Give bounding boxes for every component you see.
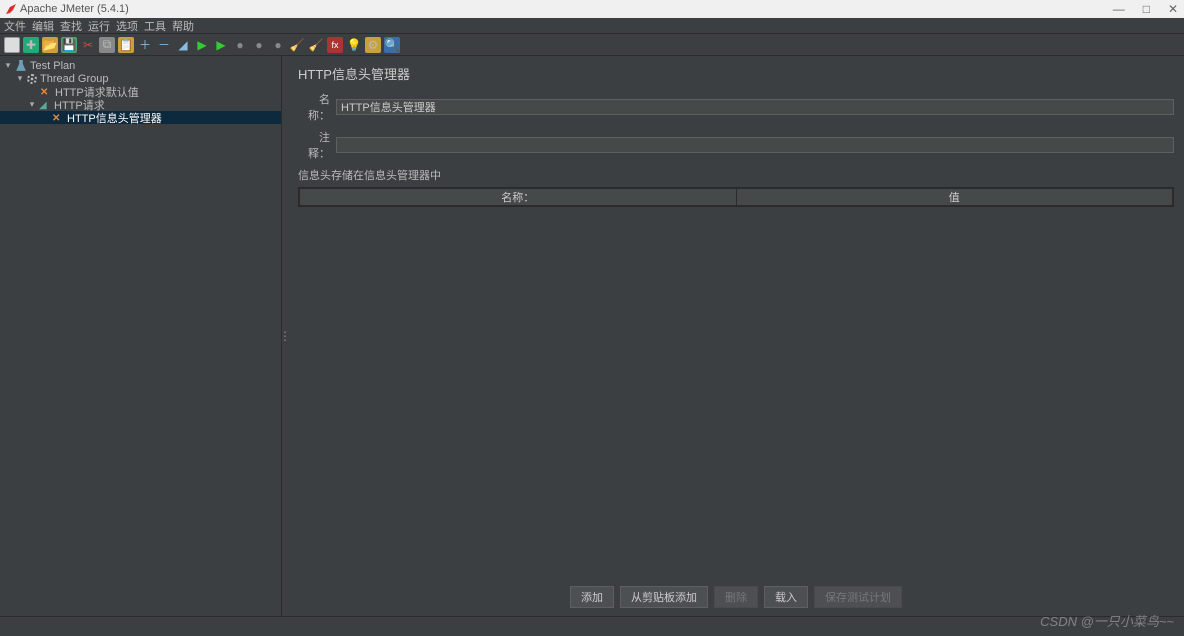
menu-search[interactable]: 查找 — [60, 18, 82, 34]
headers-table[interactable]: 名称： 值 — [298, 187, 1174, 207]
test-plan-tree[interactable]: ▾ Test Plan ▾ Thread Group HTTP请求默认值 ▾ H… — [0, 56, 282, 616]
start-no-timers-icon[interactable]: ▶ — [213, 37, 229, 53]
title-bar: Apache JMeter (5.4.1) — □ ✕ — [0, 0, 1184, 18]
menu-edit[interactable]: 编辑 — [32, 18, 54, 34]
comment-label: 注释： — [298, 129, 330, 161]
toggle-icon[interactable]: ◢ — [175, 37, 191, 53]
load-button[interactable]: 载入 — [764, 586, 808, 608]
config-icon — [40, 86, 52, 98]
comment-input[interactable] — [336, 137, 1174, 153]
search-icon[interactable]: 🔍 — [384, 37, 400, 53]
templates-icon[interactable]: ✚ — [23, 37, 39, 53]
col-value[interactable]: 值 — [736, 189, 1173, 206]
col-name[interactable]: 名称： — [300, 189, 737, 206]
save-button[interactable]: 保存测试计划 — [814, 586, 902, 608]
status-bar — [0, 616, 1184, 636]
config-icon — [52, 112, 64, 124]
toolbar: ✚ 📂 💾 ✂ ⧉ 📋 ＋ － ◢ ▶ ▶ ● ● ● 🧹 🧹 fx 💡 ⚙ 🔍 — [0, 34, 1184, 56]
minimize-button[interactable]: — — [1113, 2, 1125, 16]
tree-header-manager[interactable]: HTTP信息头管理器 — [0, 111, 281, 124]
open-icon[interactable]: 📂 — [42, 37, 58, 53]
name-input[interactable] — [336, 99, 1174, 115]
menu-run[interactable]: 运行 — [88, 18, 110, 34]
stop-icon[interactable]: ● — [232, 37, 248, 53]
window-controls: — □ ✕ — [1113, 2, 1178, 16]
save-icon[interactable]: 💾 — [61, 37, 77, 53]
add-button[interactable]: 添加 — [570, 586, 614, 608]
clear-icon[interactable]: 🧹 — [289, 37, 305, 53]
tree-label: HTTP信息头管理器 — [67, 110, 162, 126]
func-helper-icon[interactable]: fx — [327, 37, 343, 53]
delete-button[interactable]: 删除 — [714, 586, 758, 608]
jmeter-logo-icon — [6, 4, 16, 14]
expand-icon[interactable]: ＋ — [137, 37, 153, 53]
gear-icon — [27, 74, 37, 84]
window-title: Apache JMeter (5.4.1) — [20, 3, 129, 15]
collapse-icon[interactable]: － — [156, 37, 172, 53]
add-from-clipboard-button[interactable]: 从剪贴板添加 — [620, 586, 708, 608]
watermark: CSDN @一只小菜鸟~~ — [1040, 611, 1174, 630]
section-label: 信息头存储在信息头管理器中 — [298, 167, 1174, 183]
panel-title: HTTP信息头管理器 — [298, 64, 1174, 83]
main-area: ▾ Test Plan ▾ Thread Group HTTP请求默认值 ▾ H… — [0, 56, 1184, 616]
clear-all-icon[interactable]: 🧹 — [308, 37, 324, 53]
editor-panel: HTTP信息头管理器 名称： 注释： 信息头存储在信息头管理器中 名称： 值 添… — [288, 56, 1184, 616]
maximize-button[interactable]: □ — [1143, 2, 1150, 16]
menu-help[interactable]: 帮助 — [172, 18, 194, 34]
cut-icon[interactable]: ✂ — [80, 37, 96, 53]
paste-icon[interactable]: 📋 — [118, 37, 134, 53]
menu-file[interactable]: 文件 — [4, 18, 26, 34]
new-icon[interactable] — [4, 37, 20, 53]
start-icon[interactable]: ▶ — [194, 37, 210, 53]
remote-stop-icon[interactable]: ● — [270, 37, 286, 53]
menu-tools[interactable]: 工具 — [144, 18, 166, 34]
name-label: 名称： — [298, 91, 330, 123]
search-reset-icon[interactable]: ⚙ — [365, 37, 381, 53]
tree-http-defaults[interactable]: HTTP请求默认值 — [0, 85, 281, 98]
tree-thread-group[interactable]: ▾ Thread Group — [0, 72, 281, 85]
sampler-icon — [39, 99, 51, 111]
flask-icon — [15, 60, 27, 72]
tree-label: Test Plan — [30, 60, 75, 72]
menu-options[interactable]: 选项 — [116, 18, 138, 34]
copy-icon[interactable]: ⧉ — [99, 37, 115, 53]
tree-test-plan[interactable]: ▾ Test Plan — [0, 59, 281, 72]
close-button[interactable]: ✕ — [1168, 2, 1178, 16]
shutdown-icon[interactable]: ● — [251, 37, 267, 53]
help-icon[interactable]: 💡 — [346, 37, 362, 53]
button-row: 添加 从剪贴板添加 删除 载入 保存测试计划 — [288, 586, 1184, 608]
menu-bar: 文件 编辑 查找 运行 选项 工具 帮助 — [0, 18, 1184, 34]
